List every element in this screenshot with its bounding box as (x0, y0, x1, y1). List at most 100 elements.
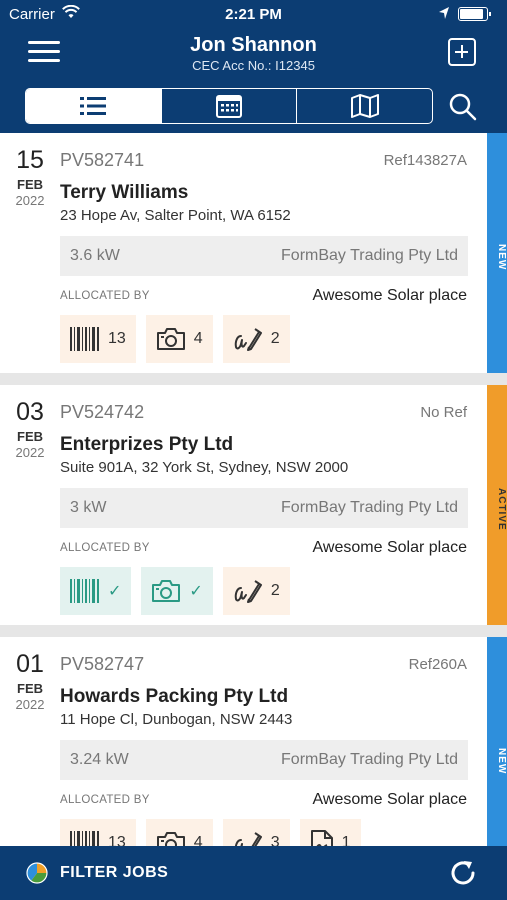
photo-badge[interactable]: ✓ (141, 567, 213, 615)
job-date: 03 FEB 2022 (0, 398, 60, 460)
barcode-count: 13 (108, 330, 126, 347)
job-pv-number: PV524742 (60, 402, 145, 422)
list-icon (80, 97, 107, 115)
customer-name: Terry Williams (60, 182, 189, 203)
trading-company: FormBay Trading Pty Ltd (281, 751, 458, 768)
location-arrow-icon (439, 7, 449, 19)
page-title: Jon Shannon (190, 34, 317, 56)
job-day: 15 (16, 146, 44, 174)
job-pv-number: PV582741 (60, 150, 145, 170)
job-month: FEB (17, 177, 43, 192)
allocated-by-label: ALLOCATED BY (60, 290, 150, 302)
photo-badge[interactable]: 4 (145, 819, 213, 846)
account-number: CEC Acc No.: I12345 (192, 58, 315, 73)
system-info-bar: 3.6 kW FormBay Trading Pty Ltd (60, 236, 468, 276)
signature-icon (234, 328, 262, 351)
customer-address: 23 Hope Av, Salter Point, WA 6152 (60, 207, 291, 224)
signature-badge[interactable]: 3 (222, 819, 290, 846)
battery-icon (458, 7, 491, 21)
signature-badge[interactable]: 2 (222, 567, 290, 615)
job-date: 15 FEB 2022 (0, 146, 60, 208)
status-tag-label: ACTIVE (496, 488, 507, 531)
clock: 2:21 PM (225, 6, 282, 23)
job-badges: 13 4 2 (60, 315, 290, 363)
barcode-badge[interactable]: ✓ (60, 567, 132, 615)
customer-name: Howards Packing Pty Ltd (60, 686, 289, 707)
barcode-icon (70, 831, 99, 846)
signature-count: 3 (270, 834, 280, 846)
job-day: 01 (16, 650, 44, 678)
allocated-by-value: Awesome Solar place (312, 539, 467, 556)
status-tag-label: NEW (496, 244, 507, 271)
barcode-complete-check: ✓ (108, 583, 122, 600)
tab-list-view[interactable] (26, 89, 161, 123)
tab-map-view[interactable] (296, 89, 432, 123)
job-reference: Ref143827A (383, 152, 467, 169)
customer-address: Suite 901A, 32 York St, Sydney, NSW 2000 (60, 459, 349, 476)
system-size: 3 kW (70, 499, 107, 516)
search-icon (449, 93, 477, 121)
customer-address: 11 Hope Cl, Dunbogan, NSW 2443 (60, 711, 293, 728)
status-tag: NEW (487, 637, 507, 846)
refresh-icon (451, 861, 475, 885)
status-tag-label: NEW (496, 748, 507, 775)
job-card[interactable]: 15 FEB 2022 PV582741 Ref143827A Terry Wi… (0, 133, 507, 373)
status-bar: Carrier 2:21 PM (0, 0, 507, 28)
filter-pie-icon[interactable] (26, 862, 48, 884)
filter-jobs-button[interactable]: FILTER JOBS (60, 864, 168, 882)
allocated-by-label: ALLOCATED BY (60, 542, 150, 554)
add-job-button[interactable] (448, 38, 476, 66)
status-tag: ACTIVE (487, 385, 507, 625)
customer-name: Enterprizes Pty Ltd (60, 434, 234, 455)
photo-badge[interactable]: 4 (145, 315, 213, 363)
job-year: 2022 (15, 445, 45, 460)
job-month: FEB (17, 429, 43, 444)
signature-count: 2 (270, 330, 280, 347)
system-info-bar: 3.24 kW FormBay Trading Pty Ltd (60, 740, 468, 780)
map-icon (350, 94, 379, 118)
view-switcher (25, 88, 433, 124)
photo-count: 4 (193, 834, 203, 846)
job-reference: Ref260A (408, 656, 467, 673)
signature-icon (234, 832, 262, 846)
job-day: 03 (16, 398, 44, 426)
refresh-button[interactable] (448, 858, 478, 888)
system-info-bar: 3 kW FormBay Trading Pty Ltd (60, 488, 468, 528)
signature-badge[interactable]: 2 (222, 315, 290, 363)
job-year: 2022 (15, 697, 45, 712)
search-button[interactable] (448, 92, 478, 122)
calendar-icon (216, 95, 242, 118)
tab-calendar-view[interactable] (160, 89, 297, 123)
document-count: 1 (341, 834, 351, 846)
job-month: FEB (17, 681, 43, 696)
job-date: 01 FEB 2022 (0, 650, 60, 712)
document-icon (310, 830, 333, 846)
job-card[interactable]: 01 FEB 2022 PV582747 Ref260A Howards Pac… (0, 637, 507, 846)
camera-icon (156, 832, 185, 846)
job-card[interactable]: 03 FEB 2022 PV524742 No Ref Enterprizes … (0, 385, 507, 625)
trading-company: FormBay Trading Pty Ltd (281, 499, 458, 516)
job-pv-number: PV582747 (60, 654, 145, 674)
job-year: 2022 (15, 193, 45, 208)
barcode-badge[interactable]: 13 (60, 315, 136, 363)
barcode-count: 13 (108, 834, 126, 846)
allocated-by-label: ALLOCATED BY (60, 794, 150, 806)
barcode-badge[interactable]: 13 (60, 819, 136, 846)
barcode-icon (70, 327, 99, 351)
trading-company: FormBay Trading Pty Ltd (281, 247, 458, 264)
job-badges: 13 4 3 1 (60, 819, 361, 846)
allocated-by-value: Awesome Solar place (312, 287, 467, 304)
barcode-icon (70, 579, 99, 603)
camera-icon (152, 580, 181, 602)
system-size: 3.24 kW (70, 751, 129, 768)
photo-complete-check: ✓ (189, 583, 203, 600)
job-list: 15 FEB 2022 PV582741 Ref143827A Terry Wi… (0, 133, 507, 846)
document-badge[interactable]: 1 (299, 819, 361, 846)
job-reference: No Ref (420, 404, 467, 421)
camera-icon (156, 328, 185, 350)
photo-count: 4 (193, 330, 203, 347)
signature-icon (234, 580, 262, 603)
system-size: 3.6 kW (70, 247, 120, 264)
signature-count: 2 (270, 582, 280, 599)
job-badges: ✓ ✓ 2 (60, 567, 290, 615)
